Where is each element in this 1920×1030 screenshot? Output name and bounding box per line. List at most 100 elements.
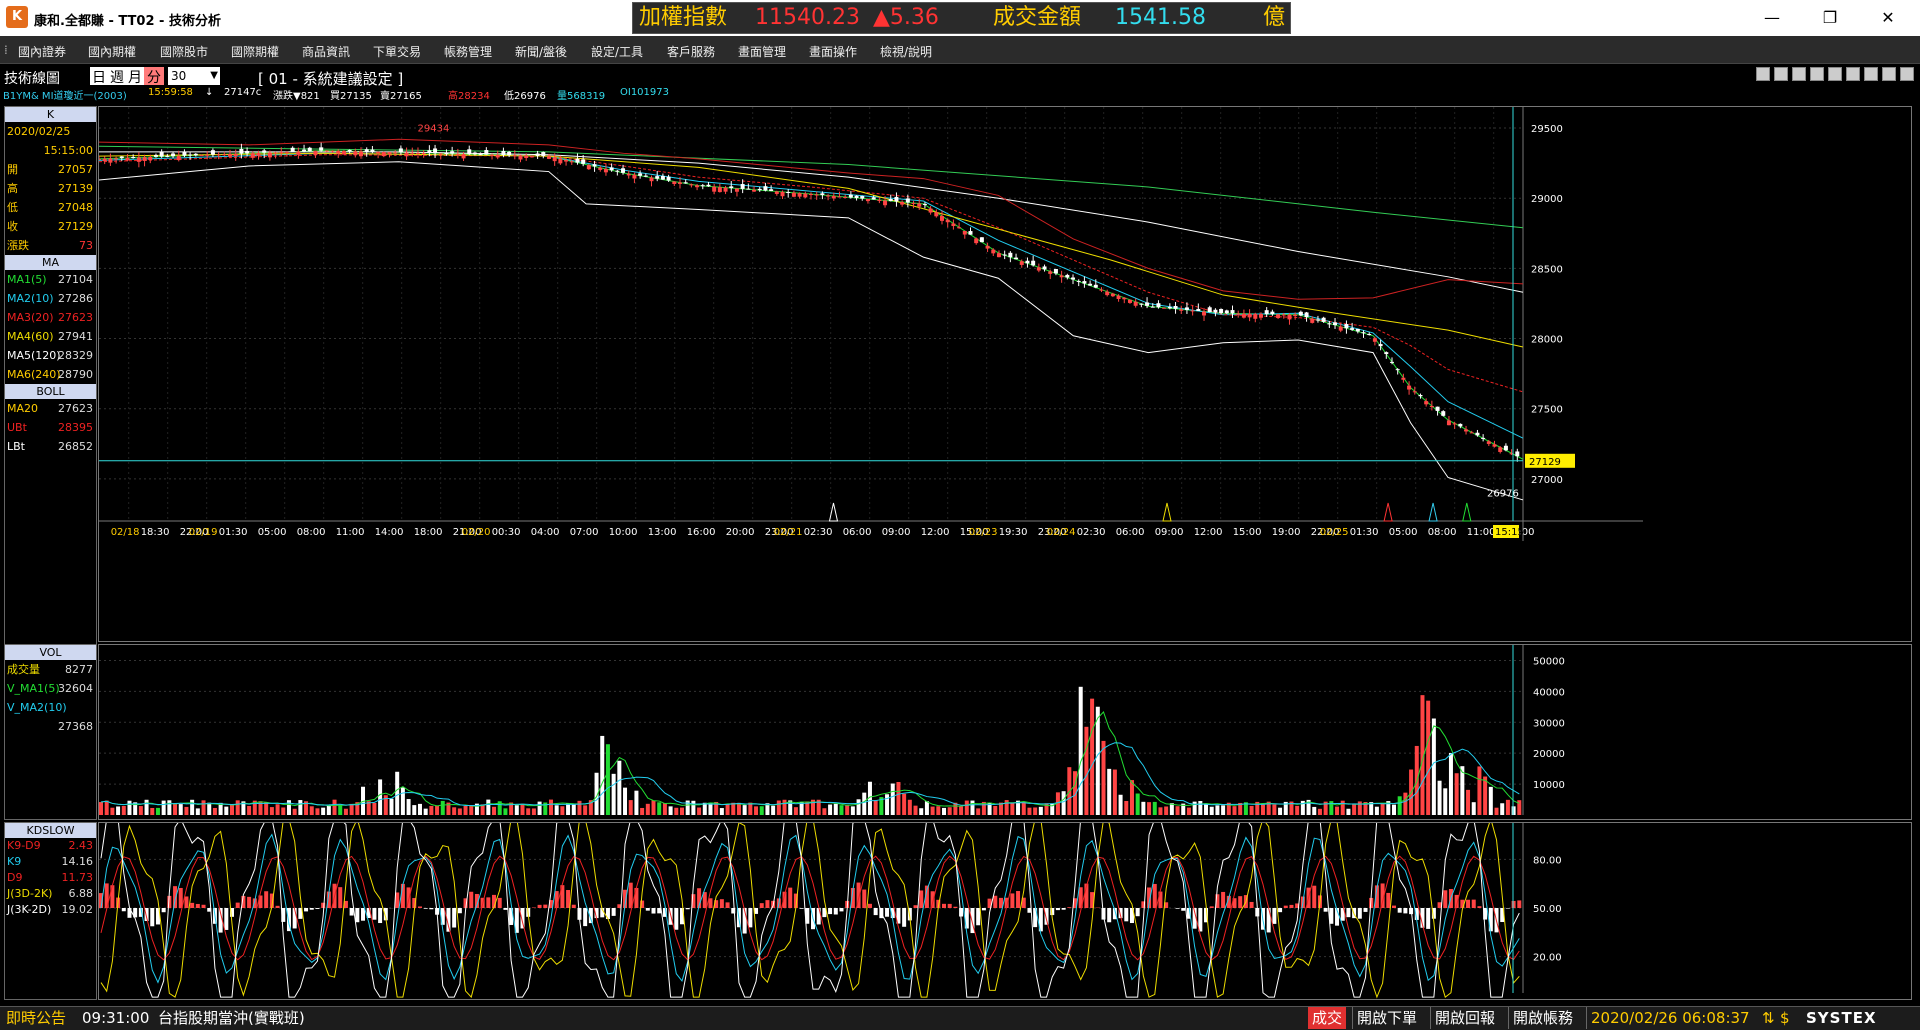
x-time-label: 01:30	[1350, 527, 1379, 538]
kd-histogram-bar	[1221, 891, 1226, 908]
indicator-legend-main: K 2020/02/25 15:15:00 開 27057 高 27139 低 270…	[4, 106, 97, 652]
x-date-label: 02/25	[1320, 527, 1349, 538]
ma-row: MA1(5) 27104	[5, 270, 96, 289]
period-week[interactable]: 週	[108, 67, 126, 86]
candle-body	[415, 152, 420, 154]
candle-body	[1167, 306, 1172, 309]
candle-body	[102, 158, 107, 162]
candle-body	[752, 189, 757, 192]
minimize-button[interactable]: —	[1752, 6, 1792, 30]
menu-screen-operate[interactable]: 畫面操作	[809, 43, 857, 60]
volume-chart[interactable]: 50000 40000 30000 20000 10000	[98, 644, 1912, 820]
kd-histogram-bar	[1266, 908, 1271, 933]
menu-intl-stock[interactable]: 國際股市	[160, 43, 208, 60]
candle-body	[108, 158, 113, 163]
minute-select[interactable]: 30 ▼	[168, 67, 220, 85]
menu-intl-futures[interactable]: 國際期權	[231, 43, 279, 60]
menu-news[interactable]: 新聞/盤後	[515, 43, 567, 60]
volume-bar	[412, 805, 417, 815]
volume-bar	[1164, 806, 1169, 815]
menu-order[interactable]: 下單交易	[373, 43, 421, 60]
volume-bar	[173, 803, 178, 815]
menu-service[interactable]: 客戶服務	[667, 43, 715, 60]
menu-account[interactable]: 帳務管理	[444, 43, 492, 60]
series-line-ma5120	[99, 151, 1524, 293]
indicator-setting[interactable]: [ 01 - 系統建議設定 ]	[258, 68, 403, 89]
deal-badge[interactable]: 成交	[1308, 1007, 1347, 1029]
last-price-label: 27129	[1529, 457, 1561, 468]
restore-button[interactable]: ❐	[1810, 6, 1850, 30]
candle-body	[1321, 317, 1326, 322]
volume-bar	[1397, 796, 1402, 815]
kd-histogram-bar	[685, 908, 690, 910]
close-button[interactable]: ✕	[1868, 6, 1908, 30]
ma-panel-header: MA	[5, 255, 96, 270]
open-order-button[interactable]: 開啟下單	[1352, 1007, 1421, 1029]
zoom-out-icon[interactable]	[1828, 67, 1842, 81]
zoom-in-icon[interactable]	[1810, 67, 1824, 81]
toolbar-icon-1[interactable]	[1756, 67, 1770, 81]
menu-settings[interactable]: 設定/工具	[591, 43, 643, 60]
k-label: 開	[7, 163, 18, 176]
candle-body	[319, 147, 324, 151]
candle-body	[1088, 283, 1093, 286]
boll-label: LBt	[7, 440, 25, 453]
kd-histogram-bar	[1386, 892, 1391, 908]
candle-body	[934, 212, 939, 217]
candle-body	[871, 197, 876, 200]
menu-view-help[interactable]: 檢視/說明	[880, 43, 932, 60]
candle-body	[450, 151, 455, 154]
k-row-change: 漲跌 73	[5, 236, 96, 255]
y-tick-label: 27000	[1531, 475, 1563, 486]
menu-domestic-futures[interactable]: 國內期權	[88, 43, 136, 60]
k-value: 27057	[58, 163, 93, 176]
kd-histogram-bar	[1289, 904, 1294, 908]
save-icon[interactable]	[1864, 67, 1878, 81]
plus-icon[interactable]	[1792, 67, 1806, 81]
notice-label[interactable]: 即時公告	[6, 1007, 66, 1029]
candle-body	[1179, 309, 1184, 311]
candle-body	[1435, 406, 1440, 411]
x-time-label: 11:00	[1467, 527, 1496, 538]
y-tick-label: 20.00	[1533, 953, 1562, 964]
kd-histogram-bar	[150, 908, 155, 927]
kd-histogram-bar	[885, 908, 890, 917]
candle-body	[883, 200, 888, 206]
period-day[interactable]: 日	[90, 67, 108, 86]
menu-screen-manage[interactable]: 畫面管理	[738, 43, 786, 60]
y-tick-label: 28000	[1531, 335, 1563, 346]
notice-message[interactable]: 台指股期當沖(實戰班)	[158, 1007, 305, 1029]
period-month[interactable]: 月	[126, 67, 144, 86]
price-chart[interactable]: 29500 29000 28500 28000 27500 27000 02/18 18:30…	[97, 106, 1912, 642]
candle-body	[1053, 269, 1058, 274]
volume-bar	[457, 808, 462, 815]
kd-histogram-bar	[1124, 908, 1129, 922]
candle-body	[341, 151, 346, 155]
vol-label: V_MA2(10)	[7, 701, 67, 714]
kd-histogram-bar	[1181, 908, 1186, 911]
kd-histogram-bar	[981, 908, 986, 911]
candle-body	[1105, 291, 1110, 296]
menu-product-info[interactable]: 商品資訊	[302, 43, 350, 60]
candle-body	[1127, 299, 1132, 303]
open-report-button[interactable]: 開啟回報	[1430, 1007, 1499, 1029]
quote-time: 15:59:58	[148, 87, 193, 98]
candle-body	[1236, 313, 1241, 315]
menu-domestic-stock[interactable]: 國內證券	[18, 43, 66, 60]
candle-body	[1173, 305, 1178, 309]
search-icon[interactable]	[1846, 67, 1860, 81]
candle-body	[1031, 260, 1036, 266]
kd-histogram-bar	[195, 903, 200, 908]
open-account-button[interactable]: 開啟帳務	[1508, 1007, 1577, 1029]
minus-icon[interactable]	[1774, 67, 1788, 81]
x-date-label: 02/20	[462, 527, 491, 538]
kd-histogram-bar	[486, 897, 491, 908]
kd-histogram-bar	[315, 908, 320, 909]
candle-body	[1338, 326, 1343, 331]
close-chart-icon[interactable]	[1900, 67, 1914, 81]
candle-body	[1424, 401, 1429, 405]
window-icon[interactable]	[1882, 67, 1896, 81]
period-minute[interactable]: 分	[144, 67, 164, 86]
volume-bar	[1312, 806, 1317, 815]
kd-chart[interactable]: 80.00 50.00 20.00	[98, 817, 1912, 1000]
